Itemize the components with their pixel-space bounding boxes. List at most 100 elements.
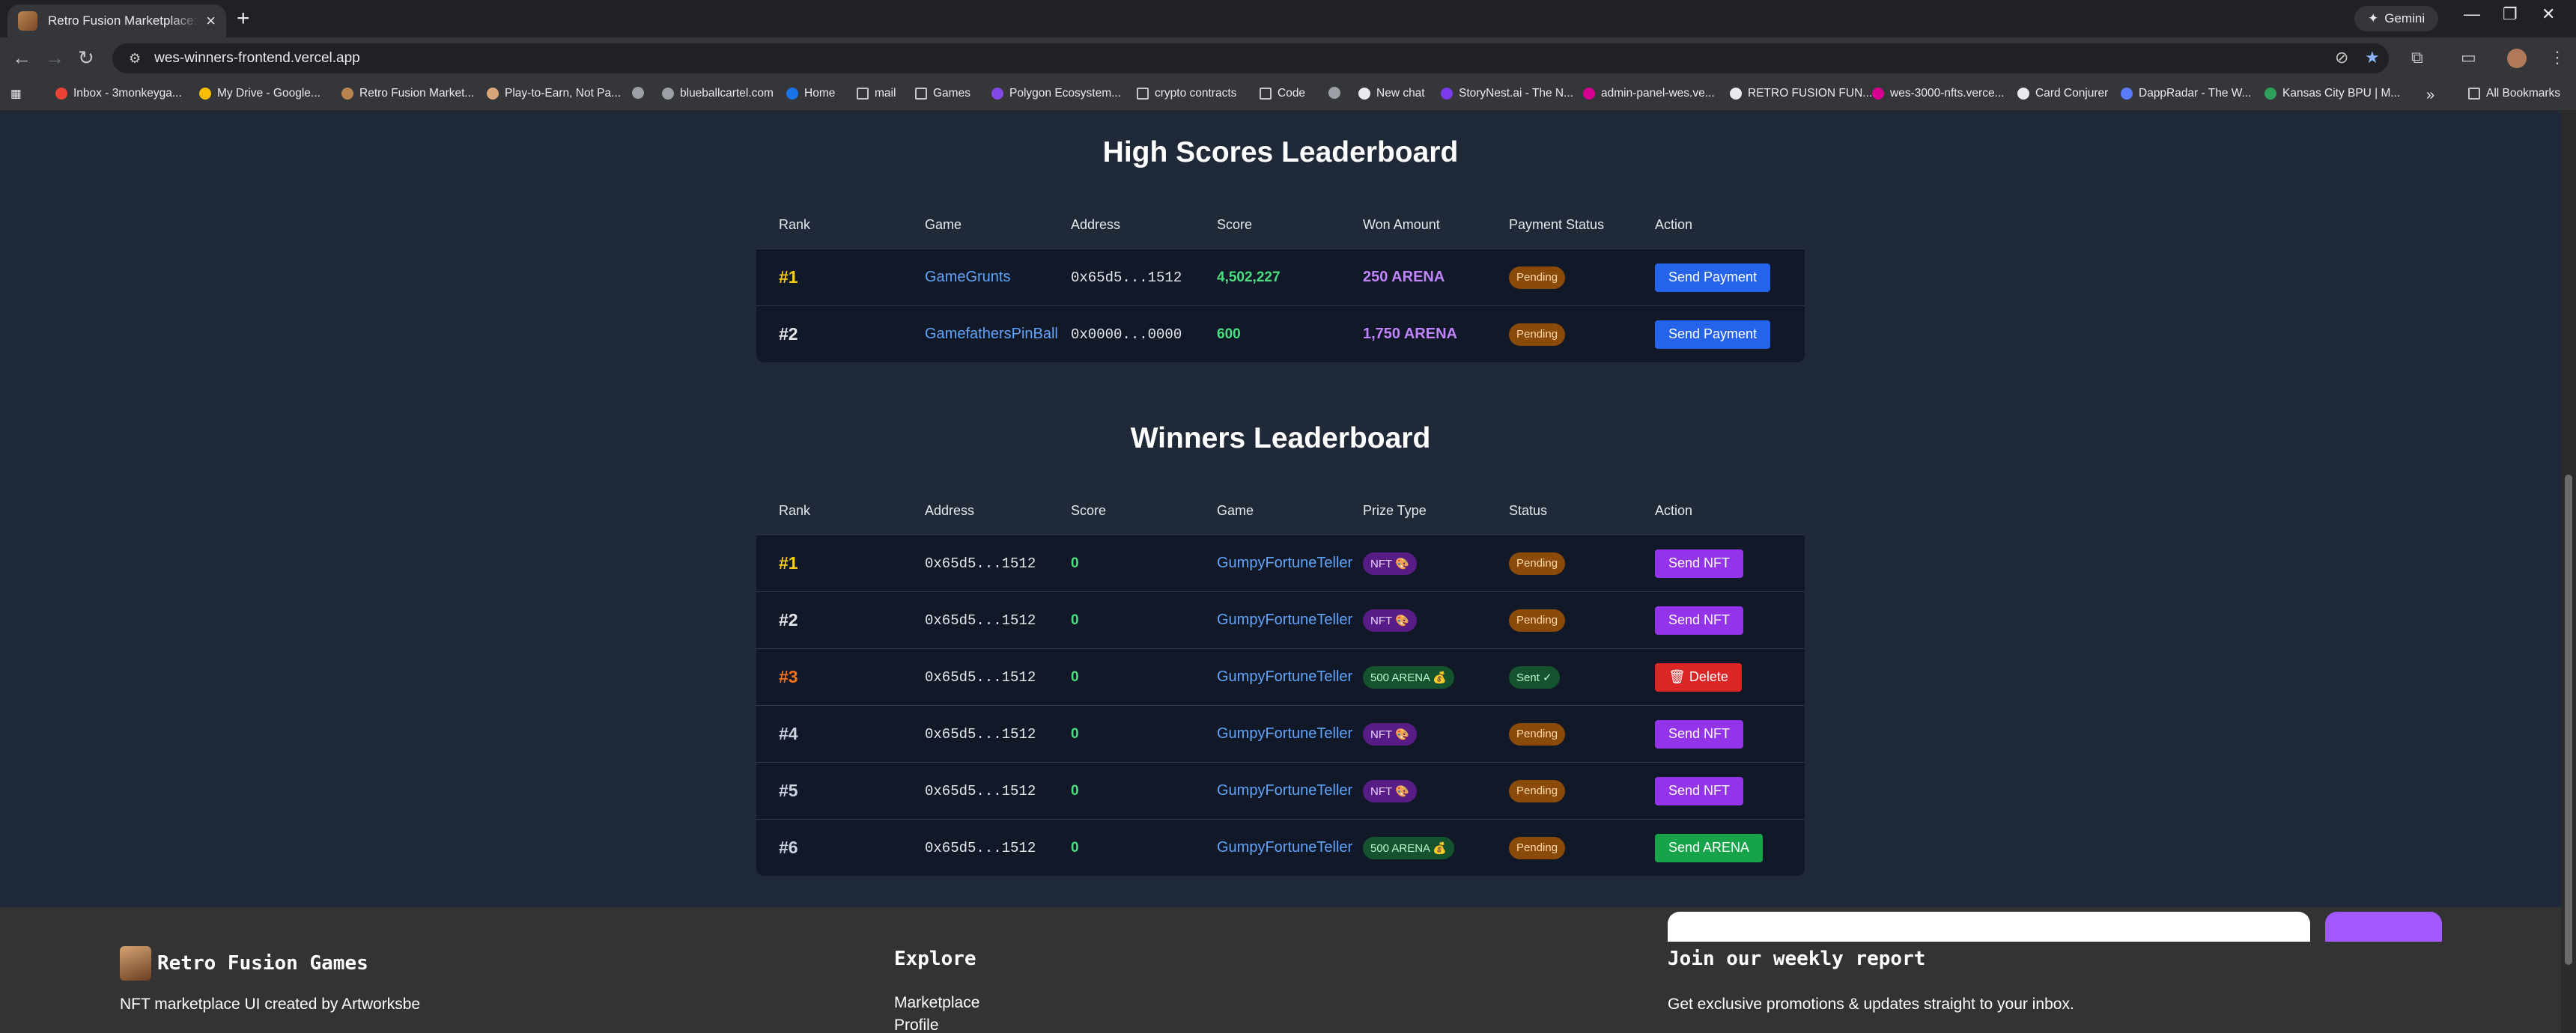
score-value: 0 xyxy=(1071,555,1079,571)
wallet-address: 0x65d5...1512 xyxy=(925,782,1036,799)
won-amount: 1,750 ARENA xyxy=(1363,326,1457,342)
prize-badge: NFT 🎨 xyxy=(1363,552,1417,575)
status-cell: Pending xyxy=(1509,706,1566,762)
bookmark-item[interactable]: blueballcartel.com xyxy=(662,87,774,100)
column-header: Game xyxy=(925,216,962,232)
eye-off-icon[interactable]: ⊘ xyxy=(2335,48,2348,67)
bookmark-item[interactable]: RETRO FUSION FUN... xyxy=(1730,87,1872,100)
game-link[interactable]: GamefathersPinBall xyxy=(925,306,1058,362)
forward-icon[interactable]: → xyxy=(45,46,64,70)
page-scrollbar[interactable] xyxy=(2561,111,2576,1033)
globe-icon[interactable] xyxy=(1328,87,1346,99)
send-nft-button[interactable]: Send NFT xyxy=(1655,606,1744,635)
prize-cell: NFT 🎨 xyxy=(1363,763,1417,819)
send-payment-button[interactable]: Send Payment xyxy=(1655,263,1771,292)
table-row: #4 0x65d5...1512 0 GumpyFortuneTeller NF… xyxy=(756,705,1805,762)
bookmark-item[interactable]: StoryNest.ai - The N... xyxy=(1441,87,1573,100)
newsletter-subtitle: Get exclusive promotions & updates strai… xyxy=(1668,996,2074,1013)
game-link[interactable]: GumpyFortuneTeller xyxy=(1217,820,1352,876)
status-cell: Pending xyxy=(1509,592,1566,648)
game-link[interactable]: GumpyFortuneTeller xyxy=(1217,592,1352,648)
restore-icon[interactable]: ❐ xyxy=(2503,4,2518,24)
bookmark-item[interactable]: Home xyxy=(786,87,835,100)
newsletter-subscribe-button[interactable] xyxy=(2325,912,2442,942)
score-value: 600 xyxy=(1217,326,1241,342)
score-value: 0 xyxy=(1071,782,1079,799)
footer-brand[interactable]: Retro Fusion Games xyxy=(157,952,368,975)
delete-button[interactable]: 🗑 Delete xyxy=(1655,662,1742,692)
bookmark-item[interactable]: Card Conjurer xyxy=(2017,87,2108,100)
send-arena-button[interactable]: Send ARENA xyxy=(1655,833,1764,862)
footer-link-marketplace[interactable]: Marketplace xyxy=(894,994,979,1012)
status-badge: Pending xyxy=(1509,836,1566,859)
site-favicon-icon xyxy=(18,11,37,31)
bookmark-star-icon[interactable]: ★ xyxy=(2365,48,2380,67)
send-nft-button[interactable]: Send NFT xyxy=(1655,776,1744,805)
score-value: 4,502,227 xyxy=(1217,269,1281,285)
address-bar[interactable]: ⚙ wes-winners-frontend.vercel.app xyxy=(112,43,2389,73)
bookmark-folder[interactable]: Code xyxy=(1260,87,1305,100)
wallet-address: 0x65d5...1512 xyxy=(925,555,1036,572)
high-scores-title: High Scores Leaderboard xyxy=(1102,136,1459,168)
send-nft-button[interactable]: Send NFT xyxy=(1655,719,1744,749)
bookmark-folder[interactable]: mail xyxy=(857,87,896,100)
bookmark-item[interactable]: Inbox - 3monkeyga... xyxy=(55,87,182,100)
game-link[interactable]: GumpyFortuneTeller xyxy=(1217,649,1352,705)
apps-grid-icon[interactable]: ▦ xyxy=(10,87,22,101)
scrollbar-thumb[interactable] xyxy=(2565,475,2572,965)
profile-avatar[interactable] xyxy=(2507,49,2527,68)
wallet-address: 0x65d5...1512 xyxy=(1071,269,1182,286)
score-value: 0 xyxy=(1071,668,1079,685)
column-header: Score xyxy=(1071,502,1107,518)
game-link[interactable]: GumpyFortuneTeller xyxy=(1217,706,1352,762)
score-value: 0 xyxy=(1071,612,1079,628)
bookmark-item[interactable]: DappRadar - The W... xyxy=(2121,87,2251,100)
bookmark-item[interactable]: Retro Fusion Market... xyxy=(341,87,474,100)
game-link[interactable]: GumpyFortuneTeller xyxy=(1217,763,1352,819)
table-header: Rank Game Address Score Won Amount Payme… xyxy=(756,201,1805,249)
extensions-icon[interactable]: ⧉ xyxy=(2411,48,2423,67)
bookmark-item[interactable]: Kansas City BPU | M... xyxy=(2264,87,2400,100)
send-payment-button[interactable]: Send Payment xyxy=(1655,320,1771,349)
back-icon[interactable]: ← xyxy=(12,46,31,70)
prize-cell: 500 ARENA 💰 xyxy=(1363,820,1455,876)
bookmark-item[interactable]: Play-to-Earn, Not Pa... xyxy=(487,87,621,100)
gemini-button[interactable]: ✦ Gemini xyxy=(2354,6,2439,31)
new-tab-button[interactable]: + xyxy=(237,6,250,31)
column-header: Status xyxy=(1509,502,1548,518)
footer-link-profile[interactable]: Profile xyxy=(894,1017,939,1033)
site-info-icon[interactable]: ⚙ xyxy=(129,51,141,67)
tab-title: Retro Fusion Marketplace: The NFT Market… xyxy=(48,13,200,28)
wallet-address: 0x65d5...1512 xyxy=(925,668,1036,686)
bookmark-item[interactable]: admin-panel-wes.ve... xyxy=(1583,87,1715,100)
cast-icon[interactable]: ▭ xyxy=(2461,48,2476,67)
browser-tab-active[interactable]: Retro Fusion Marketplace: The NFT Market… xyxy=(7,4,226,37)
newsletter-email-input[interactable] xyxy=(1668,912,2310,942)
menu-kebab-icon[interactable]: ⋮ xyxy=(2549,48,2566,67)
globe-icon[interactable] xyxy=(632,87,650,99)
minimize-icon[interactable]: — xyxy=(2464,4,2480,24)
window-close-icon[interactable]: ✕ xyxy=(2542,4,2555,24)
action-cell: Send ARENA xyxy=(1655,820,1764,876)
page-content: High Scores Leaderboard Rank Game Addres… xyxy=(0,111,2561,1033)
game-link[interactable]: GameGrunts xyxy=(925,249,1010,305)
all-bookmarks-folder[interactable]: All Bookmarks xyxy=(2468,87,2560,100)
bookmark-folder[interactable]: Games xyxy=(915,87,970,100)
bookmark-folder[interactable]: crypto contracts xyxy=(1137,87,1236,100)
winners-title: Winners Leaderboard xyxy=(1130,422,1431,454)
tab-close-icon[interactable]: × xyxy=(206,11,216,31)
wallet-address: 0x0000...0000 xyxy=(1071,326,1182,343)
game-link[interactable]: GumpyFortuneTeller xyxy=(1217,535,1352,591)
column-header: Rank xyxy=(779,216,811,232)
reload-icon[interactable]: ↻ xyxy=(78,46,94,70)
prize-cell: NFT 🎨 xyxy=(1363,592,1417,648)
send-nft-button[interactable]: Send NFT xyxy=(1655,549,1744,578)
bookmark-item[interactable]: wes-3000-nfts.verce... xyxy=(1872,87,2004,100)
prize-badge: 500 ARENA 💰 xyxy=(1363,665,1455,689)
bookmark-item[interactable]: New chat xyxy=(1358,87,1425,100)
brand-logo[interactable] xyxy=(120,946,151,981)
more-bookmarks-icon[interactable]: » xyxy=(2426,87,2434,104)
bookmark-item[interactable]: Polygon Ecosystem... xyxy=(991,87,1121,100)
status-badge: Pending xyxy=(1509,266,1566,289)
bookmark-item[interactable]: My Drive - Google... xyxy=(199,87,321,100)
